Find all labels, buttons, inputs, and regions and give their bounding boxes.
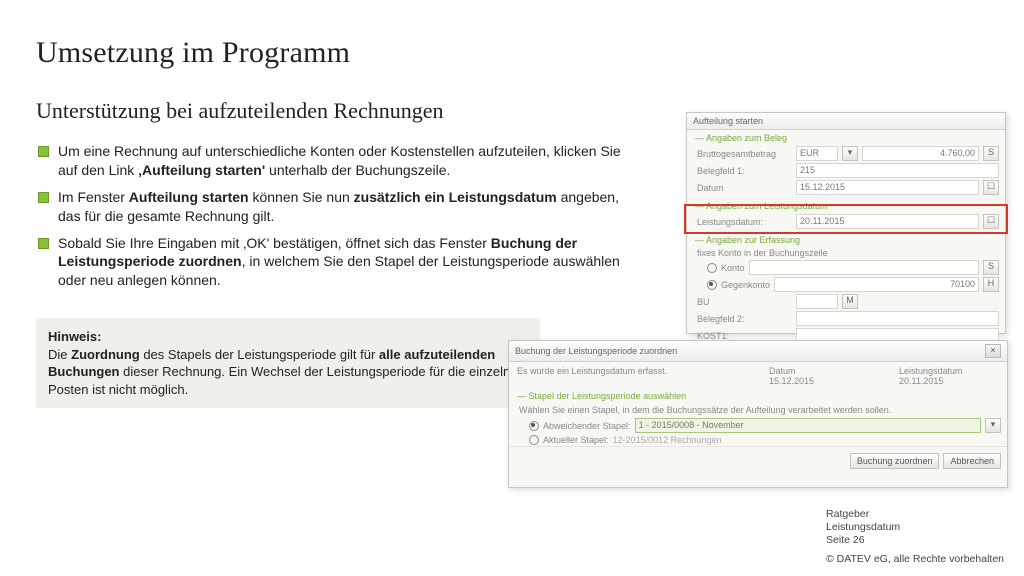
section-head: — Stapel der Leistungsperiode auswählen [509, 388, 1007, 403]
soll-icon[interactable]: S [983, 260, 999, 275]
ok-button[interactable]: Buchung zuordnen [850, 453, 940, 469]
bu-field[interactable] [796, 294, 838, 309]
amount-field[interactable]: 4.760,00 [862, 146, 979, 161]
close-icon[interactable]: × [985, 344, 1001, 358]
section-head: — Angaben zum Leistungsdatum [687, 198, 1005, 213]
dialog-leistungsperiode-zuordnen: Buchung der Leistungsperiode zuordnen × … [508, 340, 1008, 488]
datum-field[interactable]: 15.12.2015 [796, 180, 979, 195]
slide-footer: Ratgeber Leistungsdatum Seite 26 © DATEV… [826, 508, 1004, 567]
hint-box: Hinweis: Die Zuordnung des Stapels der L… [36, 318, 540, 408]
bullet-item: Um eine Rechnung auf unterschiedliche Ko… [36, 142, 626, 180]
bullet-item: Im Fenster Aufteilung starten können Sie… [36, 188, 626, 226]
page-title: Umsetzung im Programm [36, 36, 988, 70]
section-head: — Angaben zur Erfassung [687, 232, 1005, 247]
radio-gegenkonto[interactable]: Gegenkonto [697, 280, 770, 290]
dialog-title: Buchung der Leistungsperiode zuordnen [515, 346, 677, 356]
chevron-down-icon[interactable]: ▾ [842, 146, 858, 161]
abweichender-stapel-field[interactable]: 1 - 2015/0008 - November [635, 418, 981, 433]
dialog-title: Aufteilung starten [693, 116, 763, 126]
belegfeld1-field[interactable]: 215 [796, 163, 999, 178]
currency-field[interactable]: EUR [796, 146, 838, 161]
belegfeld2-field[interactable] [796, 311, 999, 326]
radio-aktueller-stapel[interactable]: Aktueller Stapel: [519, 435, 609, 445]
radio-abweichender-stapel[interactable]: Abweichender Stapel: [519, 421, 631, 431]
hint-label: Hinweis: [48, 328, 528, 346]
calendar-icon[interactable]: ☐ [983, 214, 999, 229]
bullet-item: Sobald Sie Ihre Eingaben mit ‚OK' bestät… [36, 234, 626, 291]
cancel-button[interactable]: Abbrechen [943, 453, 1001, 469]
leistungsdatum-field[interactable]: 20.11.2015 [796, 214, 979, 229]
calendar-icon[interactable]: ☐ [983, 180, 999, 195]
bullet-list: Um eine Rechnung auf unterschiedliche Ko… [36, 142, 626, 290]
dialog-aufteilung-starten: Aufteilung starten — Angaben zum Beleg B… [686, 112, 1006, 334]
section-head: — Angaben zum Beleg [687, 130, 1005, 145]
soll-icon[interactable]: S [983, 146, 999, 161]
radio-konto[interactable]: Konto [697, 263, 745, 273]
haben-icon[interactable]: H [983, 277, 999, 292]
lookup-icon[interactable]: M [842, 294, 858, 309]
gegenkonto-field[interactable]: 70100 [774, 277, 979, 292]
chevron-down-icon[interactable]: ▾ [985, 418, 1001, 433]
